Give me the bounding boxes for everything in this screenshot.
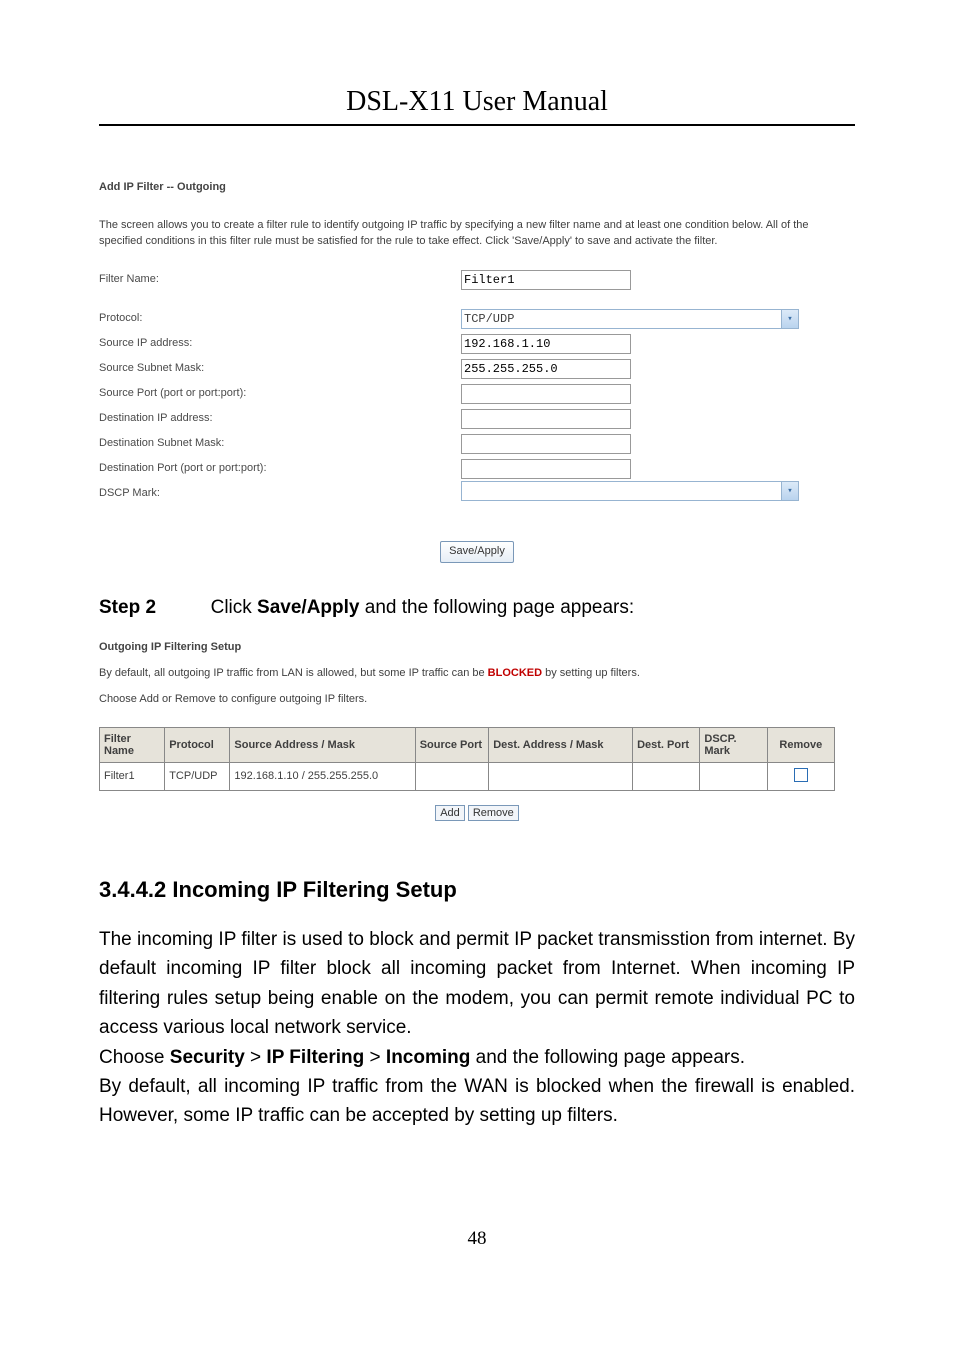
blocked-word: BLOCKED xyxy=(488,667,542,679)
protocol-select[interactable]: TCP/UDP ▾ xyxy=(461,309,799,329)
label-src-port: Source Port (port or port:port): xyxy=(99,386,461,402)
label-dst-ip: Destination IP address: xyxy=(99,411,461,427)
label-filter-name: Filter Name: xyxy=(99,272,461,288)
section-nav-line: Choose Security > IP Filtering > Incomin… xyxy=(99,1043,855,1072)
panel-intro: The screen allows you to create a filter… xyxy=(99,218,817,250)
save-apply-button[interactable]: Save/Apply xyxy=(440,541,514,563)
panel-heading: Add IP Filter -- Outgoing xyxy=(99,180,855,196)
table-header-row: Filter Name Protocol Source Address / Ma… xyxy=(100,727,835,762)
panel2-heading: Outgoing IP Filtering Setup xyxy=(99,641,855,653)
filter-name-input[interactable] xyxy=(461,270,631,290)
cell-src-addr: 192.168.1.10 / 255.255.255.0 xyxy=(230,762,415,790)
cell-dst-port xyxy=(633,762,700,790)
navE: > xyxy=(364,1047,386,1068)
dst-mask-input[interactable] xyxy=(461,434,631,454)
panel2-line2: Choose Add or Remove to configure outgoi… xyxy=(99,693,855,705)
label-protocol: Protocol: xyxy=(99,311,461,327)
protocol-value: TCP/UDP xyxy=(464,312,514,326)
th-src-addr: Source Address / Mask xyxy=(230,727,415,762)
label-dst-mask: Destination Subnet Mask: xyxy=(99,436,461,452)
table-row: Filter1 TCP/UDP 192.168.1.10 / 255.255.2… xyxy=(100,762,835,790)
src-ip-input[interactable] xyxy=(461,334,631,354)
line1a: By default, all outgoing IP traffic from… xyxy=(99,667,488,679)
navA: Choose xyxy=(99,1047,170,1068)
cell-dst-addr xyxy=(489,762,633,790)
filters-table: Filter Name Protocol Source Address / Ma… xyxy=(99,727,835,791)
nav-ipfiltering: IP Filtering xyxy=(266,1047,364,1068)
page-number: 48 xyxy=(0,1228,954,1250)
th-src-port: Source Port xyxy=(415,727,489,762)
page-title: DSL-X11 User Manual xyxy=(346,86,608,117)
nav-incoming: Incoming xyxy=(386,1047,470,1068)
dscp-select[interactable]: ▾ xyxy=(461,481,799,501)
src-mask-input[interactable] xyxy=(461,359,631,379)
cell-protocol: TCP/UDP xyxy=(165,762,230,790)
th-dst-addr: Dest. Address / Mask xyxy=(489,727,633,762)
step2-text2: and the following page appears: xyxy=(359,597,634,618)
label-src-ip: Source IP address: xyxy=(99,336,461,352)
dst-ip-input[interactable] xyxy=(461,409,631,429)
section-heading: 3.4.4.2 Incoming IP Filtering Setup xyxy=(99,877,855,903)
dst-port-input[interactable] xyxy=(461,459,631,479)
line1c: by setting up filters. xyxy=(542,667,640,679)
step2-instruction: Step 2 Click Save/Apply and the followin… xyxy=(99,597,855,619)
th-dst-port: Dest. Port xyxy=(633,727,700,762)
remove-checkbox[interactable] xyxy=(794,768,808,782)
panel2-line1: By default, all outgoing IP traffic from… xyxy=(99,667,855,679)
step2-prefix: Step 2 xyxy=(99,597,156,618)
cell-filter-name: Filter1 xyxy=(100,762,165,790)
cell-remove xyxy=(767,762,834,790)
section-para1: The incoming IP filter is used to block … xyxy=(99,925,855,1043)
remove-button[interactable]: Remove xyxy=(468,805,519,821)
step2-bold: Save/Apply xyxy=(257,597,359,618)
label-src-mask: Source Subnet Mask: xyxy=(99,361,461,377)
nav-security: Security xyxy=(170,1047,245,1068)
outgoing-setup-panel: Outgoing IP Filtering Setup By default, … xyxy=(99,641,855,821)
add-button[interactable]: Add xyxy=(435,805,465,821)
cell-src-port xyxy=(415,762,489,790)
chevron-down-icon: ▾ xyxy=(781,482,798,500)
th-protocol: Protocol xyxy=(165,727,230,762)
label-dscp: DSCP Mark: xyxy=(99,486,461,502)
add-ip-filter-panel: Add IP Filter -- Outgoing The screen all… xyxy=(99,180,855,563)
header-rule xyxy=(99,124,855,126)
navC: > xyxy=(245,1047,267,1068)
th-remove: Remove xyxy=(767,727,834,762)
label-dst-port: Destination Port (port or port:port): xyxy=(99,461,461,477)
navG: and the following page appears. xyxy=(470,1047,745,1068)
chevron-down-icon: ▾ xyxy=(781,310,798,328)
th-dscp: DSCP. Mark xyxy=(700,727,767,762)
src-port-input[interactable] xyxy=(461,384,631,404)
section-para2: By default, all incoming IP traffic from… xyxy=(99,1072,855,1131)
cell-dscp xyxy=(700,762,767,790)
step2-text1: Click xyxy=(211,597,257,618)
th-filter-name: Filter Name xyxy=(100,727,165,762)
